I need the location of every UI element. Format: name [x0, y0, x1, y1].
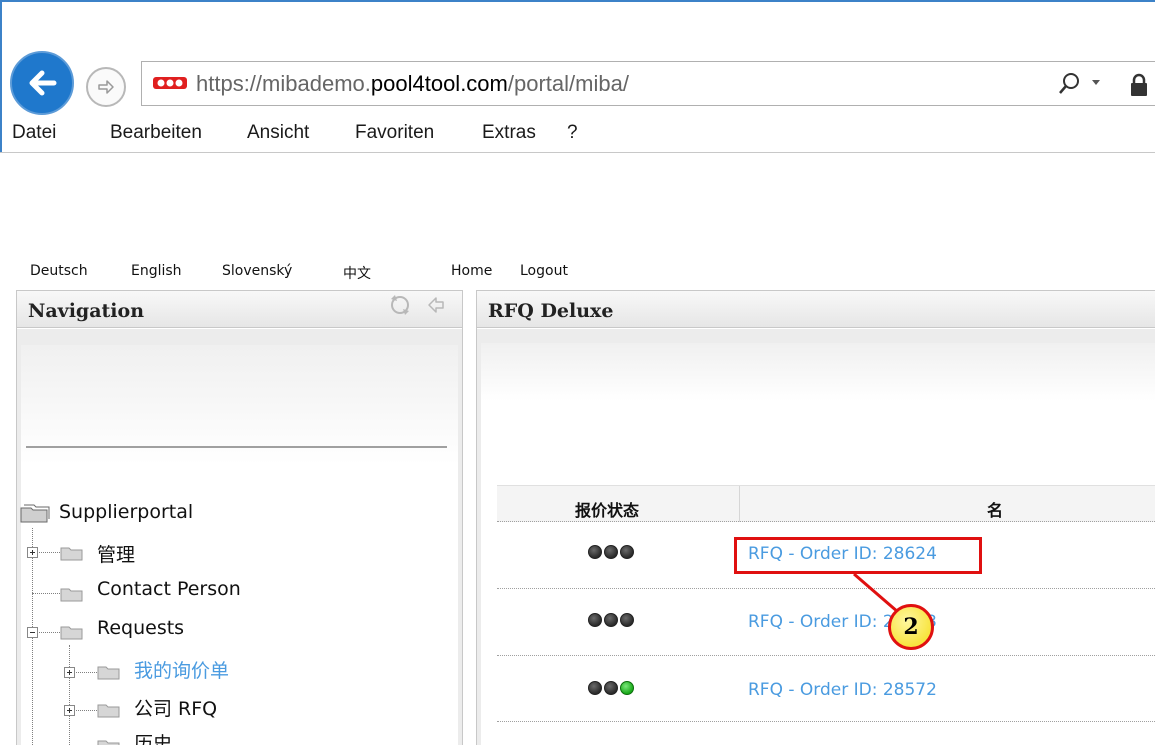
collapse-arrow-icon[interactable]	[425, 295, 447, 315]
expand-toggle[interactable]	[64, 705, 75, 716]
status-lights	[588, 613, 634, 627]
status-light-off	[588, 613, 602, 627]
rfq-title: RFQ Deluxe	[488, 300, 614, 322]
address-bar[interactable]: https://mibademo.pool4tool.com/portal/mi…	[141, 61, 1155, 106]
status-light-off	[588, 681, 602, 695]
column-separator	[739, 486, 740, 522]
menu-help[interactable]: ?	[567, 122, 578, 144]
folder-icon	[60, 547, 83, 561]
lock-icon[interactable]	[1128, 73, 1150, 97]
arrow-left-icon	[29, 70, 57, 96]
column-header-name[interactable]: 名	[987, 497, 1003, 521]
url-scheme: https://	[196, 71, 263, 96]
search-icon[interactable]	[1058, 70, 1118, 98]
status-light-off	[604, 681, 618, 695]
url-text: https://mibademo.pool4tool.com/portal/mi…	[196, 71, 629, 97]
window-border-top	[0, 0, 1155, 2]
menu-bar: Datei Bearbeiten Ansicht Favoriten Extra…	[0, 117, 1155, 153]
rfq-header: RFQ Deluxe	[477, 291, 1155, 328]
highlight-box	[734, 537, 982, 574]
lang-english-link[interactable]: English	[131, 263, 182, 279]
lang-chinese-link[interactable]: 中文	[343, 263, 371, 283]
root-folder-icon	[20, 504, 50, 523]
navigation-content	[21, 345, 458, 745]
status-light-off	[620, 613, 634, 627]
back-button[interactable]	[10, 51, 74, 115]
folder-icon	[97, 740, 120, 745]
url-host: pool4tool.com	[370, 71, 508, 96]
browser-chrome: https://mibademo.pool4tool.com/portal/mi…	[0, 0, 1155, 153]
tree-item-history[interactable]: 历史	[134, 729, 172, 745]
menu-favoriten[interactable]: Favoriten	[355, 122, 434, 144]
row-separator	[497, 588, 1155, 589]
status-lights	[588, 681, 634, 695]
status-lights	[588, 545, 634, 559]
table-header: 报价状态 名	[497, 485, 1155, 522]
folder-icon	[97, 704, 120, 718]
row-separator	[497, 655, 1155, 656]
status-light-off	[604, 545, 618, 559]
status-light-green	[620, 681, 634, 695]
tree-line	[32, 593, 60, 594]
folder-icon	[97, 666, 120, 680]
expand-toggle[interactable]	[27, 547, 38, 558]
menu-extras[interactable]: Extras	[482, 122, 536, 144]
lang-deutsch-link[interactable]: Deutsch	[30, 263, 88, 279]
menu-bearbeiten[interactable]: Bearbeiten	[110, 122, 202, 144]
folder-icon	[60, 588, 83, 602]
callout-badge: 2	[888, 604, 934, 650]
status-light-off	[620, 545, 634, 559]
tree-item-contact-person[interactable]: Contact Person	[97, 578, 241, 600]
column-header-quote-status[interactable]: 报价状态	[575, 497, 639, 521]
tree-item-company-rfq[interactable]: 公司 RFQ	[134, 694, 217, 721]
menu-ansicht[interactable]: Ansicht	[247, 122, 309, 144]
navigation-title: Navigation	[28, 300, 145, 322]
forward-button[interactable]	[86, 67, 126, 107]
rfq-link[interactable]: RFQ - Order ID: 28572	[748, 680, 937, 700]
arrow-right-icon	[98, 80, 114, 94]
collapse-toggle[interactable]	[27, 627, 38, 638]
url-path: /portal/miba/	[507, 71, 629, 96]
navigation-divider	[26, 446, 447, 448]
url-subdomain: mibademo.	[262, 71, 371, 96]
tree-line	[69, 645, 70, 745]
home-link[interactable]: Home	[451, 263, 492, 279]
tree-item-requests[interactable]: Requests	[97, 617, 184, 639]
navigation-header: Navigation	[17, 291, 462, 328]
expand-toggle[interactable]	[64, 667, 75, 678]
menu-datei[interactable]: Datei	[12, 122, 56, 144]
logout-link[interactable]: Logout	[520, 263, 568, 279]
status-light-off	[588, 545, 602, 559]
site-favicon-icon	[153, 77, 187, 89]
status-light-off	[604, 613, 618, 627]
row-separator	[497, 721, 1155, 722]
navigation-body	[17, 329, 462, 745]
tree-root-label[interactable]: Supplierportal	[59, 501, 193, 523]
rfq-toolbar-area	[481, 343, 1155, 401]
refresh-icon[interactable]	[387, 293, 413, 317]
tree-item-manage[interactable]: 管理	[97, 540, 135, 567]
tree-item-my-rfq[interactable]: 我的询价单	[134, 656, 229, 683]
lang-slovensky-link[interactable]: Slovenský	[222, 263, 292, 279]
folder-icon	[60, 626, 83, 640]
